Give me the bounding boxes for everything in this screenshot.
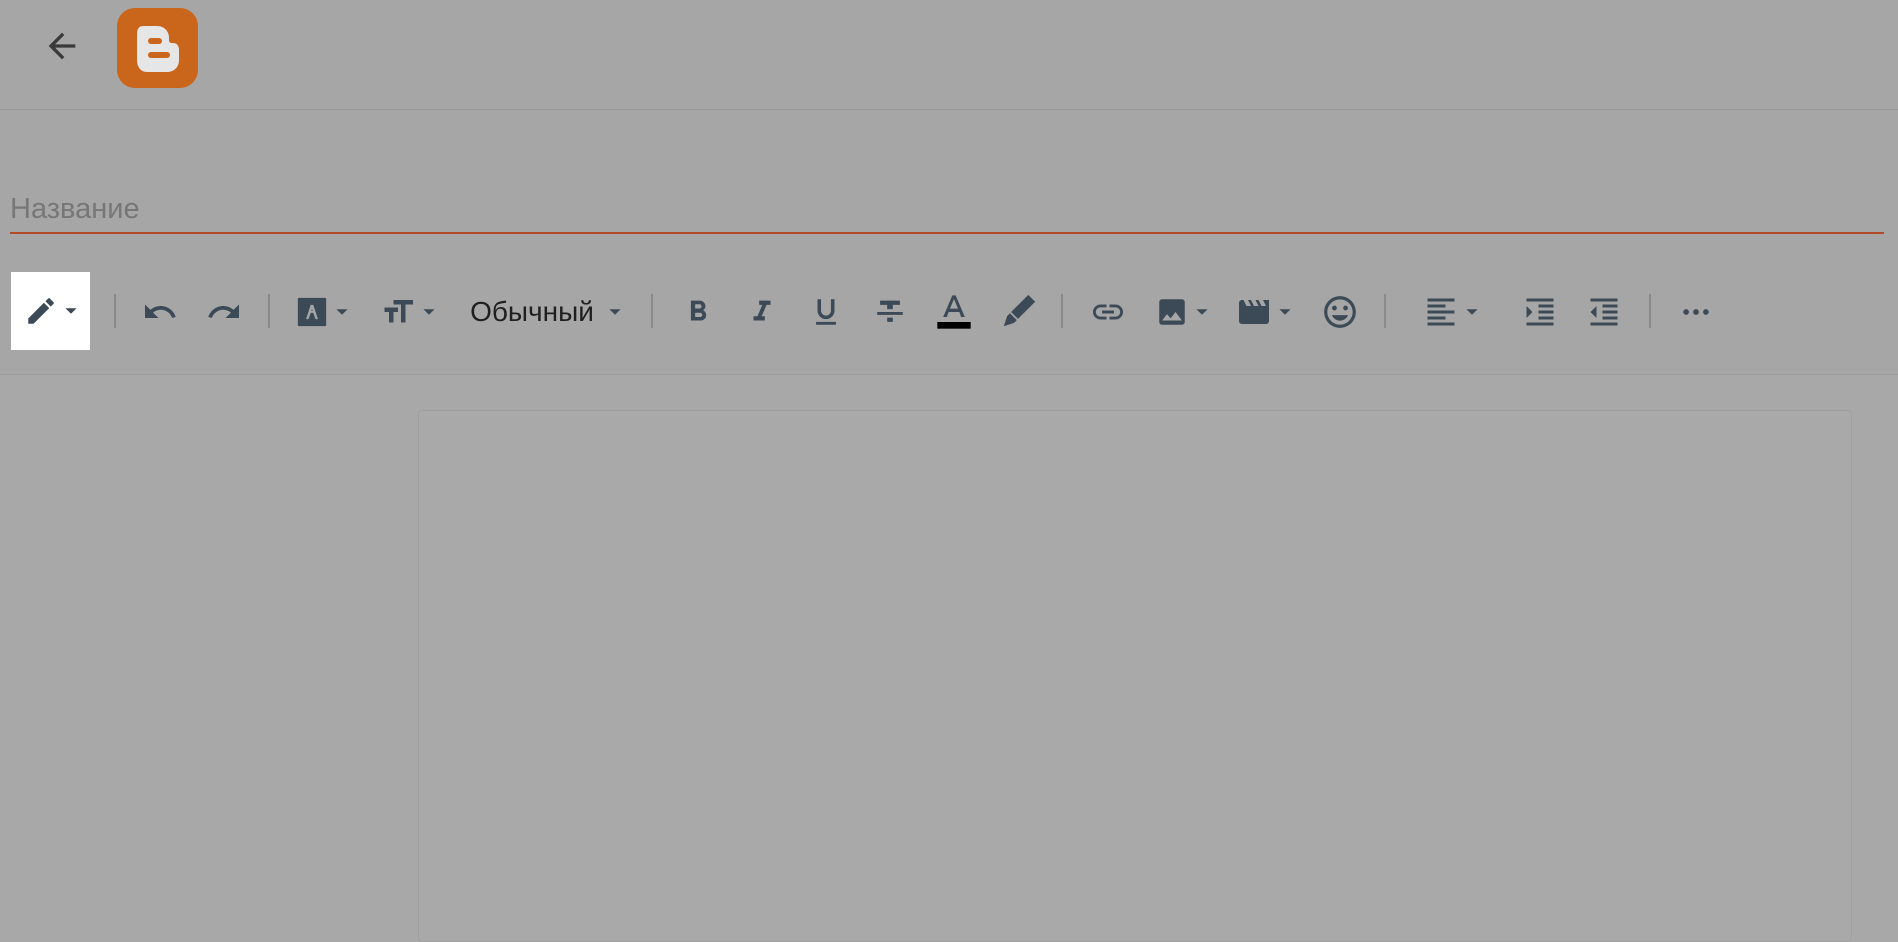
font-button[interactable] bbox=[292, 272, 352, 352]
caret-down-icon bbox=[423, 309, 435, 315]
strikethrough-button[interactable] bbox=[866, 272, 914, 352]
undo-button[interactable] bbox=[136, 272, 184, 352]
pencil-icon bbox=[27, 298, 54, 324]
font-icon bbox=[297, 297, 327, 327]
caret-down-icon bbox=[64, 308, 77, 314]
marker-icon bbox=[1003, 294, 1036, 327]
insert-image-button[interactable] bbox=[1152, 272, 1212, 352]
compose-mode-button[interactable] bbox=[11, 272, 90, 350]
indent-decrease-icon bbox=[1590, 298, 1618, 326]
link-icon bbox=[1093, 304, 1123, 320]
align-left-icon bbox=[1427, 298, 1455, 326]
redo-icon bbox=[208, 304, 239, 318]
text-size-icon bbox=[384, 300, 413, 323]
post-body-editor[interactable] bbox=[418, 410, 1852, 942]
caret-down-icon bbox=[1196, 309, 1208, 315]
font-size-button[interactable] bbox=[378, 272, 438, 352]
italic-icon bbox=[753, 300, 771, 321]
blogger-logo-icon[interactable] bbox=[117, 8, 198, 88]
toolbar-separator bbox=[1384, 294, 1386, 328]
paragraph-style-label: Обычный bbox=[470, 296, 594, 327]
arrow-left-icon bbox=[48, 32, 76, 60]
toolbar-separator bbox=[268, 294, 270, 328]
redo-button[interactable] bbox=[200, 272, 248, 352]
paragraph-style-select[interactable]: Обычный bbox=[462, 272, 630, 352]
video-clapper-icon bbox=[1239, 300, 1269, 324]
bold-button[interactable] bbox=[674, 272, 722, 352]
insert-video-button[interactable] bbox=[1234, 272, 1294, 352]
italic-button[interactable] bbox=[738, 272, 786, 352]
text-color-button[interactable] bbox=[930, 272, 978, 352]
indent-increase-icon bbox=[1526, 298, 1554, 326]
toolbar-separator bbox=[1649, 294, 1651, 328]
strikethrough-icon bbox=[877, 300, 903, 322]
caret-down-icon bbox=[609, 309, 621, 315]
top-bar bbox=[0, 0, 1898, 110]
emoji-icon bbox=[1324, 296, 1356, 328]
back-button[interactable] bbox=[36, 20, 88, 72]
toolbar-separator bbox=[651, 294, 653, 328]
caret-down-icon bbox=[336, 309, 348, 315]
caret-down-icon bbox=[1279, 309, 1291, 315]
post-title-input[interactable] bbox=[10, 186, 1884, 234]
indent-increase-button[interactable] bbox=[1516, 272, 1564, 352]
insert-emoji-button[interactable] bbox=[1316, 272, 1364, 352]
editor-toolbar: Обычный bbox=[0, 272, 1898, 375]
toolbar-separator bbox=[114, 294, 116, 328]
toolbar-separator bbox=[1061, 294, 1063, 328]
indent-decrease-button[interactable] bbox=[1580, 272, 1628, 352]
underline-button[interactable] bbox=[802, 272, 850, 352]
text-color-icon bbox=[937, 295, 971, 329]
more-options-button[interactable] bbox=[1672, 272, 1720, 352]
alignment-button[interactable] bbox=[1418, 272, 1484, 352]
underline-icon bbox=[816, 299, 836, 325]
insert-link-button[interactable] bbox=[1084, 272, 1132, 352]
more-horizontal-icon bbox=[1683, 309, 1709, 315]
caret-down-icon bbox=[1466, 309, 1478, 315]
image-icon bbox=[1159, 299, 1185, 325]
highlight-color-button[interactable] bbox=[994, 272, 1042, 352]
bold-icon bbox=[690, 300, 707, 321]
undo-icon bbox=[145, 304, 176, 318]
